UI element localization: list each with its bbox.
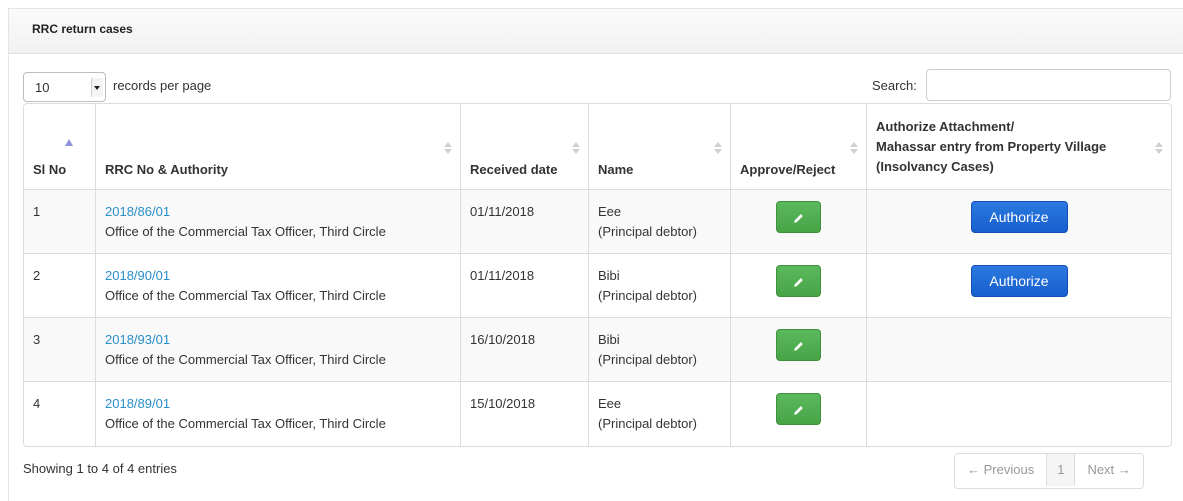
page-number-button[interactable]: 1 <box>1047 454 1076 486</box>
authorize-header-line-2: Mahassar entry from Property Village <box>876 139 1107 154</box>
column-header-name[interactable]: Name <box>589 104 731 190</box>
debtor-role: (Principal debtor) <box>598 416 697 431</box>
received-date-cell: 01/11/2018 <box>461 254 589 318</box>
received-date-cell: 15/10/2018 <box>461 382 589 446</box>
table-row: 1 2018/86/01 Office of the Commercial Ta… <box>24 190 1171 254</box>
authority-text: Office of the Commercial Tax Officer, Th… <box>105 288 386 303</box>
panel-heading: RRC return cases <box>9 9 1183 54</box>
pencil-icon <box>794 406 803 415</box>
records-per-page-value: 10 <box>35 80 50 95</box>
name-cell: Bibi (Principal debtor) <box>589 318 731 382</box>
panel-title: RRC return cases <box>32 22 133 36</box>
name-cell: Bibi (Principal debtor) <box>589 254 731 318</box>
authorize-cell <box>867 318 1171 382</box>
search-input[interactable] <box>926 69 1171 101</box>
column-header-received-date[interactable]: Received date <box>461 104 589 190</box>
column-header-rrc-no-authority[interactable]: RRC No & Authority <box>96 104 461 190</box>
rrc-cell: 2018/90/01 Office of the Commercial Tax … <box>96 254 461 318</box>
authorize-header-line-3: (Insolvancy Cases) <box>876 159 994 174</box>
sl-no-cell: 1 <box>24 190 96 254</box>
pagination: ← Previous 1 Next → <box>954 453 1144 489</box>
authorize-cell <box>867 382 1171 446</box>
approve-reject-button[interactable] <box>776 393 821 425</box>
sl-no-cell: 2 <box>24 254 96 318</box>
approve-reject-button[interactable] <box>776 201 821 233</box>
authorize-button[interactable]: Authorize <box>970 201 1068 233</box>
received-date-cell: 01/11/2018 <box>461 190 589 254</box>
rrc-number-link[interactable]: 2018/93/01 <box>105 330 451 350</box>
rrc-number-link[interactable]: 2018/86/01 <box>105 202 451 222</box>
name-cell: Eee (Principal debtor) <box>589 190 731 254</box>
authority-text: Office of the Commercial Tax Officer, Th… <box>105 416 386 431</box>
pencil-icon <box>794 214 803 223</box>
authorize-cell: Authorize <box>867 254 1171 318</box>
table-row: 3 2018/93/01 Office of the Commercial Ta… <box>24 318 1171 382</box>
rrc-number-link[interactable]: 2018/90/01 <box>105 266 451 286</box>
received-date-cell: 16/10/2018 <box>461 318 589 382</box>
table-info: Showing 1 to 4 of 4 entries <box>23 461 177 476</box>
sort-icon <box>572 142 580 154</box>
pencil-icon <box>794 342 803 351</box>
authorize-header-line-1: Authorize Attachment/ <box>876 119 1015 134</box>
chevron-down-icon[interactable] <box>91 78 103 97</box>
records-per-page-label: records per page <box>113 78 212 93</box>
column-header-approve-reject[interactable]: Approve/Reject <box>731 104 867 190</box>
name-cell: Eee (Principal debtor) <box>589 382 731 446</box>
column-header-authorize-attachment[interactable]: Authorize Attachment/ Mahassar entry fro… <box>867 104 1171 190</box>
approve-cell <box>731 382 867 446</box>
debtor-name: Eee <box>598 204 622 219</box>
approve-cell <box>731 318 867 382</box>
search-label: Search: <box>872 78 917 93</box>
sort-icon <box>1155 142 1163 154</box>
debtor-role: (Principal debtor) <box>598 224 697 239</box>
authorize-button[interactable]: Authorize <box>970 265 1068 297</box>
debtor-name: Bibi <box>598 332 620 347</box>
rrc-cell: 2018/93/01 Office of the Commercial Tax … <box>96 318 461 382</box>
table-header-row: Sl No RRC No & Authority Received date N… <box>24 104 1171 190</box>
rrc-number-link[interactable]: 2018/89/01 <box>105 394 451 414</box>
debtor-name: Eee <box>598 396 622 411</box>
authority-text: Office of the Commercial Tax Officer, Th… <box>105 352 386 367</box>
sort-icon <box>714 142 722 154</box>
rrc-cell: 2018/86/01 Office of the Commercial Tax … <box>96 190 461 254</box>
approve-reject-button[interactable] <box>776 265 821 297</box>
sort-asc-icon <box>65 139 73 146</box>
debtor-role: (Principal debtor) <box>598 352 697 367</box>
debtor-name: Bibi <box>598 268 620 283</box>
approve-cell <box>731 190 867 254</box>
approve-reject-button[interactable] <box>776 329 821 361</box>
table-row: 2 2018/90/01 Office of the Commercial Ta… <box>24 254 1171 318</box>
column-header-sl-no[interactable]: Sl No <box>24 104 96 190</box>
sort-icon <box>850 142 858 154</box>
sort-icon <box>444 142 452 154</box>
sl-no-cell: 3 <box>24 318 96 382</box>
table-row: 4 2018/89/01 Office of the Commercial Ta… <box>24 382 1171 446</box>
next-page-button[interactable]: Next → <box>1075 454 1143 486</box>
sl-no-cell: 4 <box>24 382 96 446</box>
pencil-icon <box>794 278 803 287</box>
records-per-page-select[interactable]: 10 <box>23 72 106 102</box>
authority-text: Office of the Commercial Tax Officer, Th… <box>105 224 386 239</box>
previous-page-button[interactable]: ← Previous <box>955 454 1048 486</box>
approve-cell <box>731 254 867 318</box>
debtor-role: (Principal debtor) <box>598 288 697 303</box>
authorize-cell: Authorize <box>867 190 1171 254</box>
rrc-cases-table: Sl No RRC No & Authority Received date N… <box>23 103 1172 447</box>
rrc-cell: 2018/89/01 Office of the Commercial Tax … <box>96 382 461 446</box>
